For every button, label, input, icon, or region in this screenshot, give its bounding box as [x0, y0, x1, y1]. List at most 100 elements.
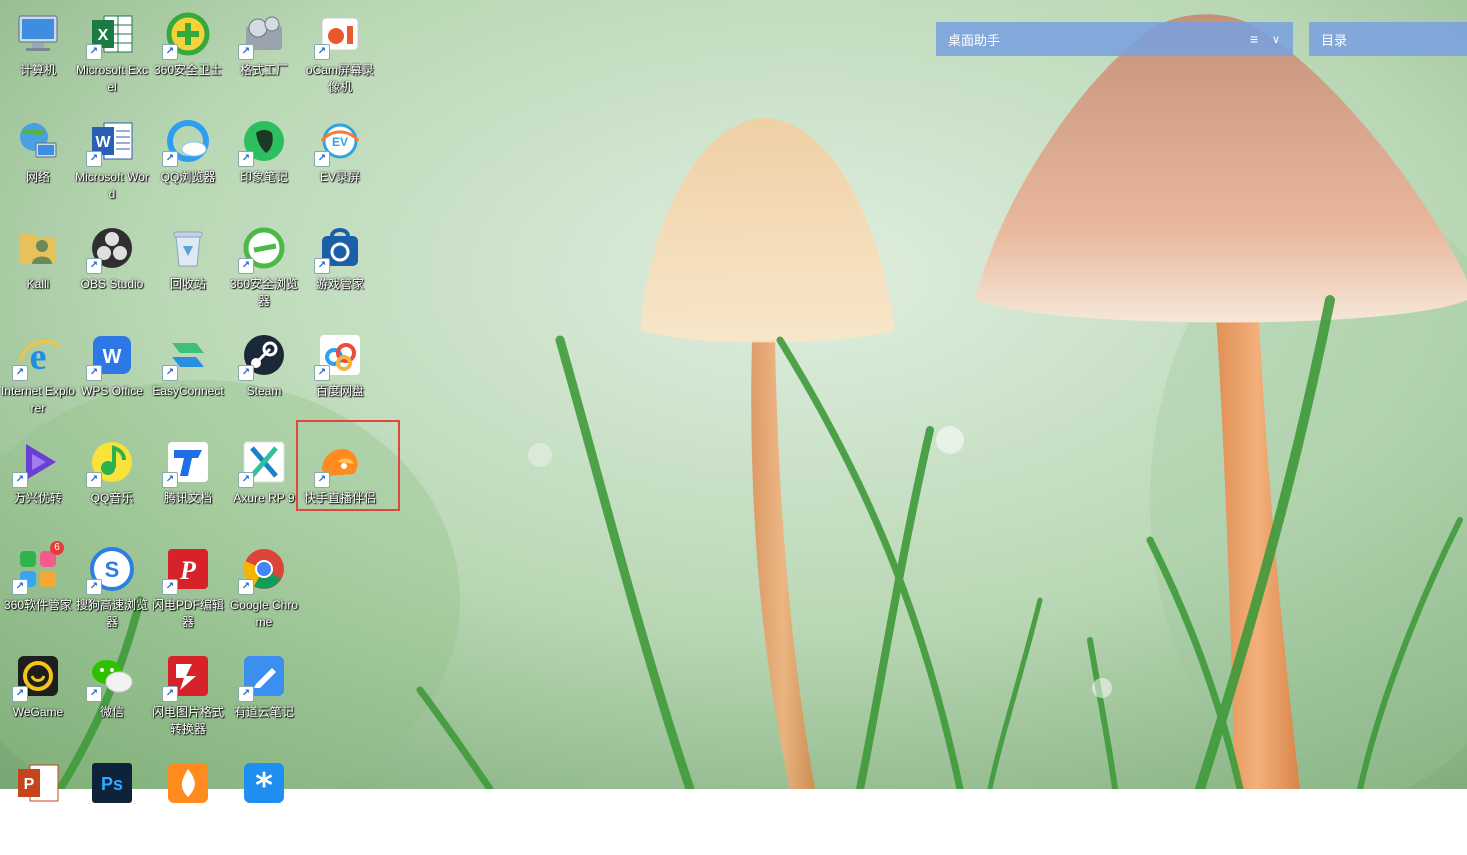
steam-icon: ↗ [238, 331, 288, 381]
desktop-shortcut-label: 计算机 [19, 63, 56, 77]
desktop-shortcut-label: 网络 [25, 170, 50, 184]
shortcut-arrow-icon: ↗ [314, 151, 330, 167]
shortcut-arrow-icon: ↗ [238, 686, 254, 702]
svg-text:W: W [95, 134, 111, 151]
desktop-shortcut[interactable]: 回收站 [150, 214, 226, 320]
360-software-icon: ↗ 6 [12, 541, 64, 595]
chrome-icon: ↗ [238, 545, 288, 595]
shortcut-arrow-icon: ↗ [86, 258, 102, 274]
shortcut-arrow-icon: ↗ [314, 44, 330, 60]
desktop-shortcut[interactable]: ↗ Steam [226, 321, 302, 427]
desktop-shortcut[interactable]: 计算机 [0, 0, 76, 106]
desktop-shortcut[interactable]: X ↗ Microsoft Excel [74, 0, 150, 106]
desktop-shortcut[interactable]: 网络 [0, 107, 76, 213]
game-manager-icon: ↗ [314, 224, 364, 274]
baidu-netdisk-icon: ↗ [314, 331, 364, 381]
shortcut-arrow-icon: ↗ [314, 258, 330, 274]
youdao-note-icon: ↗ [238, 652, 288, 702]
recycle-bin-icon [164, 224, 212, 272]
axure-icon: ↗ [238, 438, 288, 488]
qq-browser-icon: ↗ [162, 117, 212, 167]
user-folder-icon [14, 224, 62, 272]
directory-bar[interactable]: 目录 [1309, 22, 1467, 56]
desktop-shortcut[interactable] [150, 749, 226, 855]
shortcut-arrow-icon: ↗ [162, 151, 178, 167]
obs-icon: ↗ [86, 224, 136, 274]
desktop-shortcut-label: Kalli [26, 277, 50, 291]
360-security-icon: ↗ [162, 10, 212, 60]
desktop-shortcut-label: 腾讯文档 [163, 491, 212, 505]
shortcut-arrow-icon: ↗ [238, 258, 254, 274]
powerpoint-icon: P [14, 759, 62, 807]
desktop-shortcut[interactable]: ↗ 360安全卫士 [150, 0, 226, 106]
desktop-shortcut[interactable]: ↗ 格式工厂 [226, 0, 302, 106]
network-icon [14, 117, 62, 165]
shortcut-arrow-icon: ↗ [162, 44, 178, 60]
desktop-shortcut[interactable]: Kalli [0, 214, 76, 320]
desktop-shortcut-label: Axure RP 9 [233, 491, 295, 505]
desktop-shortcut-label: 360软件管家 [3, 598, 73, 612]
desktop-shortcut[interactable]: ↗ QQ音乐 [74, 428, 150, 534]
desktop-shortcut[interactable]: ↗ 360安全浏览器 [226, 214, 302, 320]
ev-recorder-icon: EV ↗ [314, 117, 364, 167]
desktop-shortcut[interactable]: * [226, 749, 302, 855]
shortcut-arrow-icon: ↗ [12, 579, 28, 595]
format-factory-icon: ↗ [238, 10, 288, 60]
desktop-shortcut-label: Microsoft Word [75, 170, 149, 201]
desktop-shortcut[interactable]: e ↗ Internet Explorer [0, 321, 76, 427]
desktop-shortcut[interactable]: ↗ 有道云笔记 [226, 642, 302, 748]
shortcut-arrow-icon: ↗ [162, 365, 178, 381]
360-browser-icon: ↗ [238, 224, 288, 274]
desktop-shortcut-label: 微信 [99, 705, 124, 719]
word-icon: W ↗ [86, 117, 136, 167]
desktop-shortcut[interactable]: ↗ 万兴优转 [0, 428, 76, 534]
shortcut-arrow-icon: ↗ [162, 472, 178, 488]
desktop-shortcut[interactable]: ↗ 腾讯文档 [150, 428, 226, 534]
desktop-shortcut[interactable]: ↗ 游戏管家 [302, 214, 378, 320]
ocam-icon: ↗ [314, 10, 364, 60]
desktop-shortcut[interactable]: ↗ OBS Studio [74, 214, 150, 320]
notification-badge: 6 [50, 541, 64, 555]
desktop-shortcut[interactable]: ↗ EasyConnect [150, 321, 226, 427]
shortcut-arrow-icon: ↗ [12, 365, 28, 381]
desktop-shortcut[interactable]: EV ↗ EV录屏 [302, 107, 378, 213]
desktop-shortcut-label: 万兴优转 [13, 491, 62, 505]
desktop-shortcut[interactable]: P [0, 749, 76, 855]
chevron-down-icon[interactable]: ∨ [1265, 33, 1287, 46]
desktop-shortcut[interactable]: ↗ 闪电图片格式转换器 [150, 642, 226, 748]
photoshop-icon: Ps [88, 759, 136, 807]
shortcut-arrow-icon: ↗ [12, 472, 28, 488]
desktop-assistant-bar[interactable]: 桌面助手 ≡ ∨ [936, 22, 1293, 56]
shortcut-arrow-icon: ↗ [86, 44, 102, 60]
svg-text:P: P [24, 776, 35, 793]
desktop-shortcut[interactable]: ↗ 百度网盘 [302, 321, 378, 427]
shortcut-arrow-icon: ↗ [86, 365, 102, 381]
desktop-shortcut-label: OBS Studio [80, 277, 144, 291]
desktop-shortcut[interactable]: ↗ 印象笔记 [226, 107, 302, 213]
easyconnect-icon: ↗ [162, 331, 212, 381]
desktop-shortcut-label: 格式工厂 [239, 63, 288, 77]
desktop-shortcut-label: oCam屏幕录像机 [305, 63, 374, 94]
menu-icon[interactable]: ≡ [1243, 31, 1265, 47]
desktop-shortcut[interactable]: ↗ oCam屏幕录像机 [302, 0, 378, 106]
excel-icon: X ↗ [86, 10, 136, 60]
desktop-shortcut-label: Internet Explorer [0, 384, 76, 415]
desktop-shortcut[interactable]: W ↗ WPS Office [74, 321, 150, 427]
desktop-shortcut[interactable]: ↗ Google Chrome [226, 535, 302, 641]
desktop-shortcut[interactable]: ↗ 微信 [74, 642, 150, 748]
desktop-shortcut[interactable]: S ↗ 搜狗高速浏览器 [74, 535, 150, 641]
computer-icon [14, 10, 62, 58]
desktop-shortcut[interactable]: ↗ 6 360软件管家 [0, 535, 76, 641]
shortcut-arrow-icon: ↗ [238, 151, 254, 167]
desktop-shortcut[interactable]: Ps [74, 749, 150, 855]
desktop-shortcut[interactable]: ↗ QQ浏览器 [150, 107, 226, 213]
desktop-shortcut[interactable]: W ↗ Microsoft Word [74, 107, 150, 213]
wegame-icon: ↗ [12, 652, 62, 702]
desktop-shortcut-label: 有道云笔记 [233, 705, 294, 719]
desktop-shortcut-label: EasyConnect [152, 384, 224, 398]
shortcut-arrow-icon: ↗ [86, 151, 102, 167]
shortcut-arrow-icon: ↗ [12, 686, 28, 702]
desktop-shortcut[interactable]: ↗ WeGame [0, 642, 76, 748]
desktop-shortcut[interactable]: ↗ Axure RP 9 [226, 428, 302, 534]
desktop-shortcut[interactable]: P ↗ 闪电PDF编辑器 [150, 535, 226, 641]
